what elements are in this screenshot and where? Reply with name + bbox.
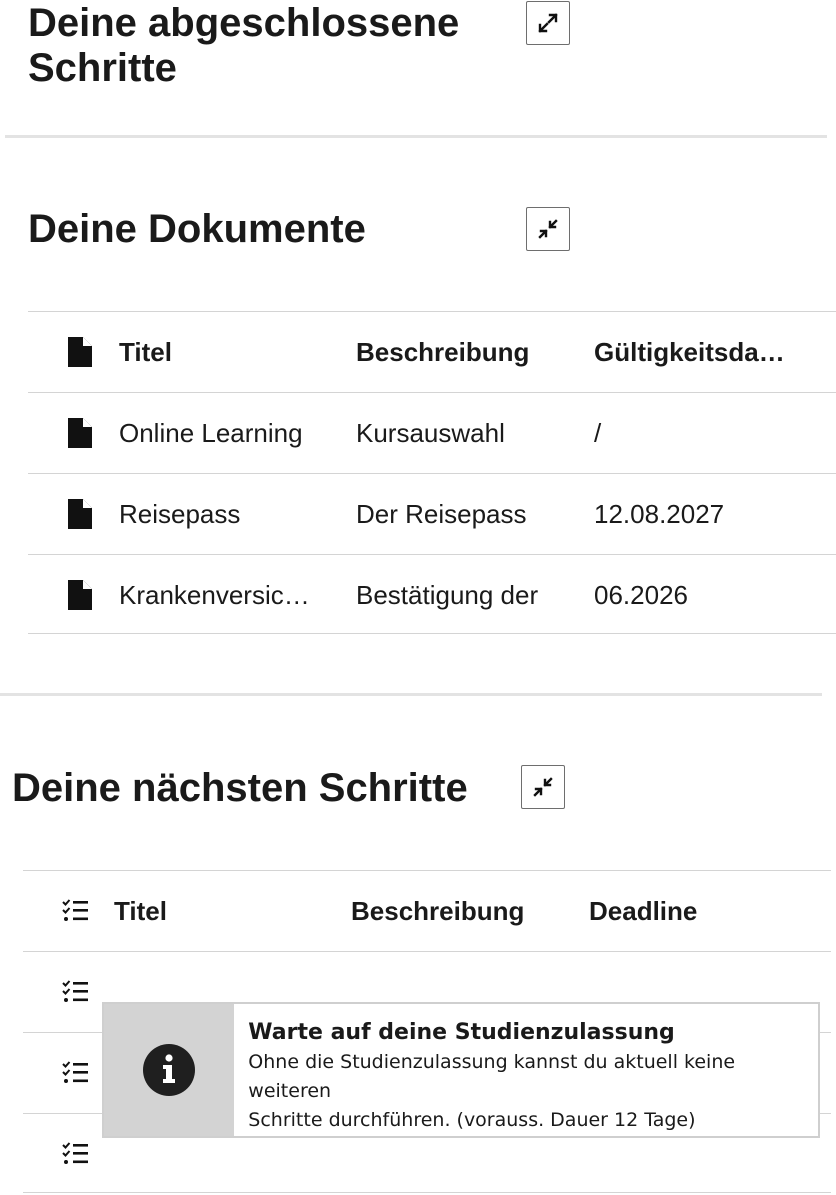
documents-title: Deine Dokumente (28, 207, 366, 251)
next-steps-title: Deine nächsten Schritte (12, 766, 468, 810)
table-header-row: Titel Beschreibung Gültigkeitsdatum (28, 311, 836, 391)
task-list-icon (62, 899, 88, 921)
admission-info-box: Warte auf deine Studienzulassung Ohne di… (102, 1002, 820, 1138)
table-row[interactable]: Krankenversicherung Bestätigung der 06.2… (28, 554, 836, 634)
document-icon (68, 337, 92, 367)
document-icon (68, 499, 92, 529)
expand-completed-steps-button[interactable] (526, 1, 570, 45)
info-content: Warte auf deine Studienzulassung Ohne di… (234, 1004, 818, 1136)
collapse-next-steps-button[interactable] (521, 765, 565, 809)
info-icon (143, 1044, 196, 1096)
collapse-icon (538, 219, 558, 239)
info-icon-panel (104, 1004, 235, 1136)
column-header-deadline[interactable]: Deadline (589, 871, 784, 951)
collapse-icon (533, 777, 553, 797)
expand-icon (538, 13, 558, 33)
document-title[interactable]: Reisepass (119, 474, 319, 554)
column-header-description[interactable]: Beschreibung (351, 871, 556, 951)
document-validity-date: 12.08.2027 (594, 499, 725, 529)
document-description: Der Reisepass (356, 499, 527, 529)
info-text-line2: Schritte durchführen. (vorauss. Dauer 12… (248, 1109, 696, 1131)
info-text: Ohne die Studienzulassung kannst du aktu… (248, 1048, 808, 1135)
document-validity-date: 06.2026 (594, 580, 688, 610)
document-icon (68, 418, 92, 448)
task-list-icon (62, 1142, 88, 1164)
document-validity-date: / (594, 418, 602, 448)
document-description: Kursauswahl (356, 418, 505, 448)
task-list-icon (62, 980, 88, 1002)
completed-steps-title-line2: Schritte (28, 46, 177, 90)
section-divider (0, 693, 822, 696)
completed-steps-title-line1: Deine abgeschlossene (28, 1, 460, 45)
column-header-title[interactable]: Titel (114, 871, 319, 951)
info-title: Warte auf deine Studienzulassung (248, 1020, 675, 1045)
document-icon (68, 580, 92, 610)
table-header-row: Titel Beschreibung Deadline (23, 870, 831, 950)
document-description: Bestätigung der (356, 580, 539, 610)
column-header-validity-date[interactable]: Gültigkeitsdatum (594, 312, 789, 392)
completed-steps-title: Deine abgeschlossene Schritte (28, 1, 459, 91)
document-title[interactable]: Online Learning (119, 393, 319, 473)
document-title[interactable]: Krankenversicherung (119, 555, 315, 635)
column-header-description[interactable]: Beschreibung (356, 312, 561, 392)
task-list-icon (62, 1061, 88, 1083)
info-text-line1: Ohne die Studienzulassung kannst du aktu… (248, 1051, 736, 1102)
column-header-title[interactable]: Titel (119, 312, 324, 392)
section-divider (5, 135, 827, 138)
table-row[interactable]: Reisepass Der Reisepass 12.08.2027 (28, 473, 836, 553)
table-row[interactable]: Online Learning Kursauswahl / (28, 392, 836, 472)
collapse-documents-button[interactable] (526, 207, 570, 251)
